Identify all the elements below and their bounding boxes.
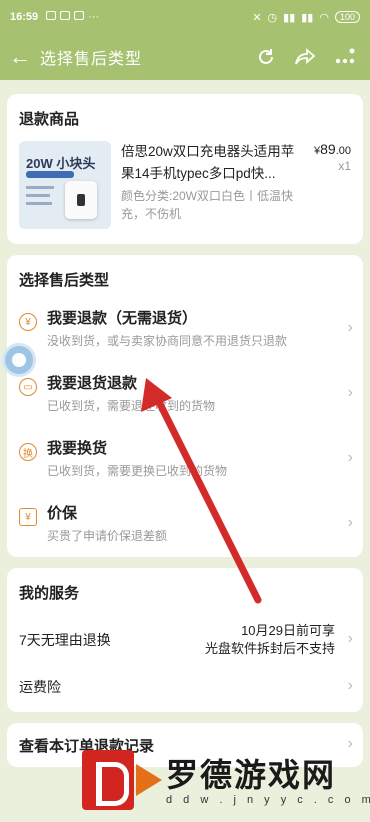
yuan-icon: ¥ xyxy=(19,313,37,331)
watermark-url: d d w . j n y y c . c o m xyxy=(166,794,370,806)
wifi-icon: ◠ xyxy=(319,11,329,24)
signal-icon-2: ▮▮ xyxy=(301,11,314,24)
chevron-right-icon: › xyxy=(347,735,353,752)
service-row-7day-return[interactable]: 7天无理由退换 10月29日前可享 光盘软件拆封后不支持 › xyxy=(7,618,363,662)
chevron-right-icon: › xyxy=(347,630,353,647)
refund-records-card[interactable]: 查看本订单退款记录 › xyxy=(7,723,363,767)
refresh-icon[interactable] xyxy=(256,47,276,67)
back-button[interactable]: ← xyxy=(0,44,40,70)
thumbnail-text: 20W 小块头 xyxy=(26,156,96,171)
product-quantity: x1 xyxy=(338,159,351,173)
notification-icon xyxy=(74,11,85,20)
product-thumbnail: 20W 小块头 xyxy=(19,141,111,229)
option-desc: 已收到货，需要更换已收到的货物 xyxy=(47,464,228,478)
product-info: 倍思20w双口充电器头适用苹果14手机typec多口pd快... 颜色分类:20… xyxy=(121,141,297,229)
refund-item-card: 退款商品 20W 小块头 倍思20w双口充电器头适用苹果14手机typec多口p… xyxy=(7,94,363,244)
service-label: 运费险 xyxy=(19,679,61,695)
exchange-icon: 换 xyxy=(19,443,37,461)
option-title: 我要退款（无需退货） xyxy=(47,310,198,327)
option-title: 价保 xyxy=(47,505,78,522)
product-price: ¥89.00 xyxy=(314,141,351,157)
nav-bar: ← 选择售后类型 xyxy=(0,34,370,80)
option-title: 我要退货退款 xyxy=(47,375,138,392)
chevron-right-icon: › xyxy=(347,384,353,401)
service-label: 7天无理由退换 xyxy=(19,632,111,648)
back-arrow-icon: ← xyxy=(9,44,31,69)
floating-assistant-button[interactable] xyxy=(2,343,36,377)
status-time: 16:59 xyxy=(10,11,39,23)
chevron-right-icon: › xyxy=(347,677,353,694)
mute-icon: ✕ xyxy=(252,11,262,24)
option-desc: 买贵了申请价保退差额 xyxy=(47,529,168,543)
refund-records-label: 查看本订单退款记录 xyxy=(19,738,155,755)
product-name: 倍思20w双口充电器头适用苹果14手机typec多口pd快... xyxy=(121,144,295,181)
service-row-shipping-insurance[interactable]: 运费险 › xyxy=(7,668,363,706)
more-menu-icon[interactable] xyxy=(334,47,356,67)
aftersale-type-card: 选择售后类型 ¥ 我要退款（无需退货） 没收到货，或与卖家协商同意不用退货只退款… xyxy=(7,255,363,557)
chevron-right-icon: › xyxy=(347,514,353,531)
shield-yuan-icon: ¥ xyxy=(19,508,37,526)
product-row[interactable]: 20W 小块头 倍思20w双口充电器头适用苹果14手机typec多口pd快...… xyxy=(7,129,363,229)
product-variant: 颜色分类:20W双口白色丨低温快充，不伤机 xyxy=(121,189,294,221)
option-desc: 没收到货，或与卖家协商同意不用退货只退款 xyxy=(47,334,288,348)
chevron-right-icon: › xyxy=(347,319,353,336)
alarm-icon: ◷ xyxy=(267,11,278,24)
notification-icons: ··· xyxy=(46,11,99,23)
refund-item-title: 退款商品 xyxy=(19,111,80,128)
services-card: 我的服务 7天无理由退换 10月29日前可享 光盘软件拆封后不支持 › 运费险 … xyxy=(7,568,363,712)
notification-icon xyxy=(46,11,57,20)
chevron-right-icon: › xyxy=(347,449,353,466)
assistant-icon xyxy=(12,353,26,367)
option-title: 我要换货 xyxy=(47,440,108,457)
services-section-title: 我的服务 xyxy=(19,585,80,602)
page-title: 选择售后类型 xyxy=(40,51,143,68)
product-price-block: ¥89.00 x1 xyxy=(297,141,351,229)
option-price-protection[interactable]: ¥ 价保 买贵了申请价保退差额 › xyxy=(7,494,363,556)
option-desc: 已收到货，需要退还收到的货物 xyxy=(47,399,216,413)
service-value: 10月29日前可享 光盘软件拆封后不支持 xyxy=(204,623,335,656)
option-return-refund[interactable]: ▭ 我要退货退款 已收到货，需要退还收到的货物 › xyxy=(7,364,363,426)
battery-icon: 100 xyxy=(334,11,360,23)
more-dots-icon: ··· xyxy=(88,11,100,23)
aftersale-section-title: 选择售后类型 xyxy=(19,272,110,289)
status-bar: 16:59 ··· ✕ ◷ ▮▮ ▮▮ ◠ 100 xyxy=(0,0,370,34)
nav-actions xyxy=(256,47,370,67)
signal-icon: ▮▮ xyxy=(283,11,296,24)
charger-image xyxy=(65,181,97,219)
notification-icon xyxy=(60,11,71,20)
option-exchange[interactable]: 换 我要换货 已收到货，需要更换已收到的货物 › xyxy=(7,429,363,491)
system-icons: ✕ ◷ ▮▮ ▮▮ ◠ 100 xyxy=(252,11,360,24)
share-icon[interactable] xyxy=(294,47,316,67)
option-refund-only[interactable]: ¥ 我要退款（无需退货） 没收到货，或与卖家协商同意不用退货只退款 › xyxy=(7,299,363,361)
watermark-play-icon xyxy=(136,764,162,796)
package-icon: ▭ xyxy=(19,378,37,396)
